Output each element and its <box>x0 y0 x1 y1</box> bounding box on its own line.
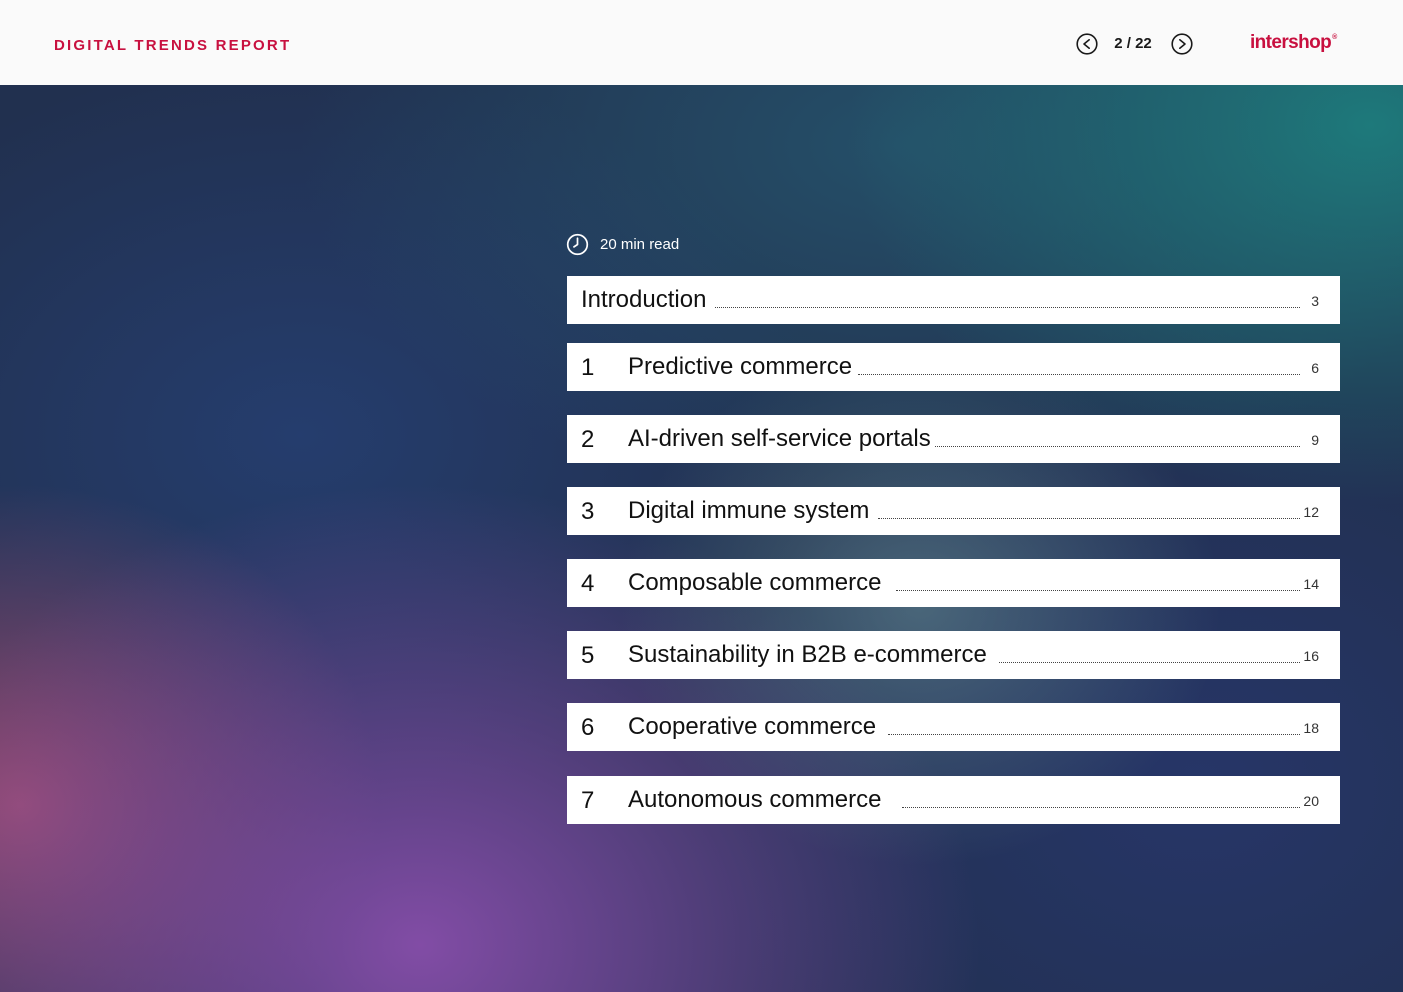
toc-dot-leader <box>935 446 1300 447</box>
toc-dot-leader <box>896 590 1300 591</box>
clock-icon <box>566 233 589 255</box>
brand-name: intershop <box>1250 32 1332 53</box>
toc-item-title: Composable commerce <box>628 569 888 597</box>
toc-dot-leader <box>858 374 1300 375</box>
toc-item-autonomous-commerce[interactable]: 7 Autonomous commerce 20 <box>567 776 1340 824</box>
toc-item-title: Predictive commerce <box>628 353 859 381</box>
toc-dot-leader <box>888 734 1300 735</box>
hero-gradient-background <box>0 85 1403 992</box>
read-time-label: 20 min read <box>600 235 680 253</box>
toc-item-number: 1 <box>581 354 595 381</box>
toc-item-page: 18 <box>1303 720 1319 736</box>
chevron-left-circle-icon <box>1076 33 1098 55</box>
toc-item-digital-immune-system[interactable]: 3 Digital immune system 12 <box>567 487 1340 535</box>
toc-item-title: AI-driven self-service portals <box>628 425 937 453</box>
intershop-logo[interactable]: intershop® <box>1250 32 1337 54</box>
toc-item-title: Sustainability in B2B e-commerce <box>628 641 993 669</box>
toc-item-predictive-commerce[interactable]: 1 Predictive commerce 6 <box>567 343 1340 391</box>
toc-dot-leader <box>902 807 1300 808</box>
toc-item-title: Cooperative commerce <box>628 713 883 741</box>
toc-item-number: 5 <box>581 642 595 669</box>
toc-item-page: 20 <box>1303 793 1319 809</box>
registered-mark: ® <box>1332 34 1337 41</box>
toc-item-page: 14 <box>1303 576 1319 592</box>
toc-dot-leader <box>999 662 1300 663</box>
previous-page-button[interactable] <box>1076 33 1098 55</box>
report-page: DIGITAL TRENDS REPORT 2 / 22 intershop® … <box>0 0 1403 992</box>
toc-item-page: 12 <box>1303 504 1319 520</box>
toc-item-page: 6 <box>1311 360 1319 376</box>
toc-item-introduction[interactable]: Introduction 3 <box>567 276 1340 324</box>
chevron-right-circle-icon <box>1171 33 1193 55</box>
toc-item-page: 3 <box>1311 293 1319 309</box>
toc-item-title: Autonomous commerce <box>628 786 888 814</box>
toc-item-ai-driven-self-service-portals[interactable]: 2 AI-driven self-service portals 9 <box>567 415 1340 463</box>
toc-item-sustainability-in-b2b-e-commerce[interactable]: 5 Sustainability in B2B e-commerce 16 <box>567 631 1340 679</box>
toc-item-number: 3 <box>581 498 595 525</box>
toc-item-page: 9 <box>1311 432 1319 448</box>
toc-item-title: Introduction <box>581 286 713 314</box>
read-time: 20 min read <box>566 232 679 256</box>
toc-item-title: Digital immune system <box>628 497 876 525</box>
toc-item-number: 7 <box>581 787 595 814</box>
top-bar: DIGITAL TRENDS REPORT 2 / 22 intershop® <box>0 0 1403 85</box>
toc-dot-leader <box>715 307 1300 308</box>
next-page-button[interactable] <box>1171 33 1193 55</box>
page-counter: 2 / 22 <box>1114 35 1152 52</box>
toc-item-number: 4 <box>581 570 595 597</box>
toc-item-number: 2 <box>581 426 595 453</box>
toc-item-cooperative-commerce[interactable]: 6 Cooperative commerce 18 <box>567 703 1340 751</box>
toc-dot-leader <box>878 518 1300 519</box>
report-title: DIGITAL TRENDS REPORT <box>54 37 292 54</box>
toc-item-composable-commerce[interactable]: 4 Composable commerce 14 <box>567 559 1340 607</box>
toc-item-page: 16 <box>1303 648 1319 664</box>
toc-item-number: 6 <box>581 714 595 741</box>
